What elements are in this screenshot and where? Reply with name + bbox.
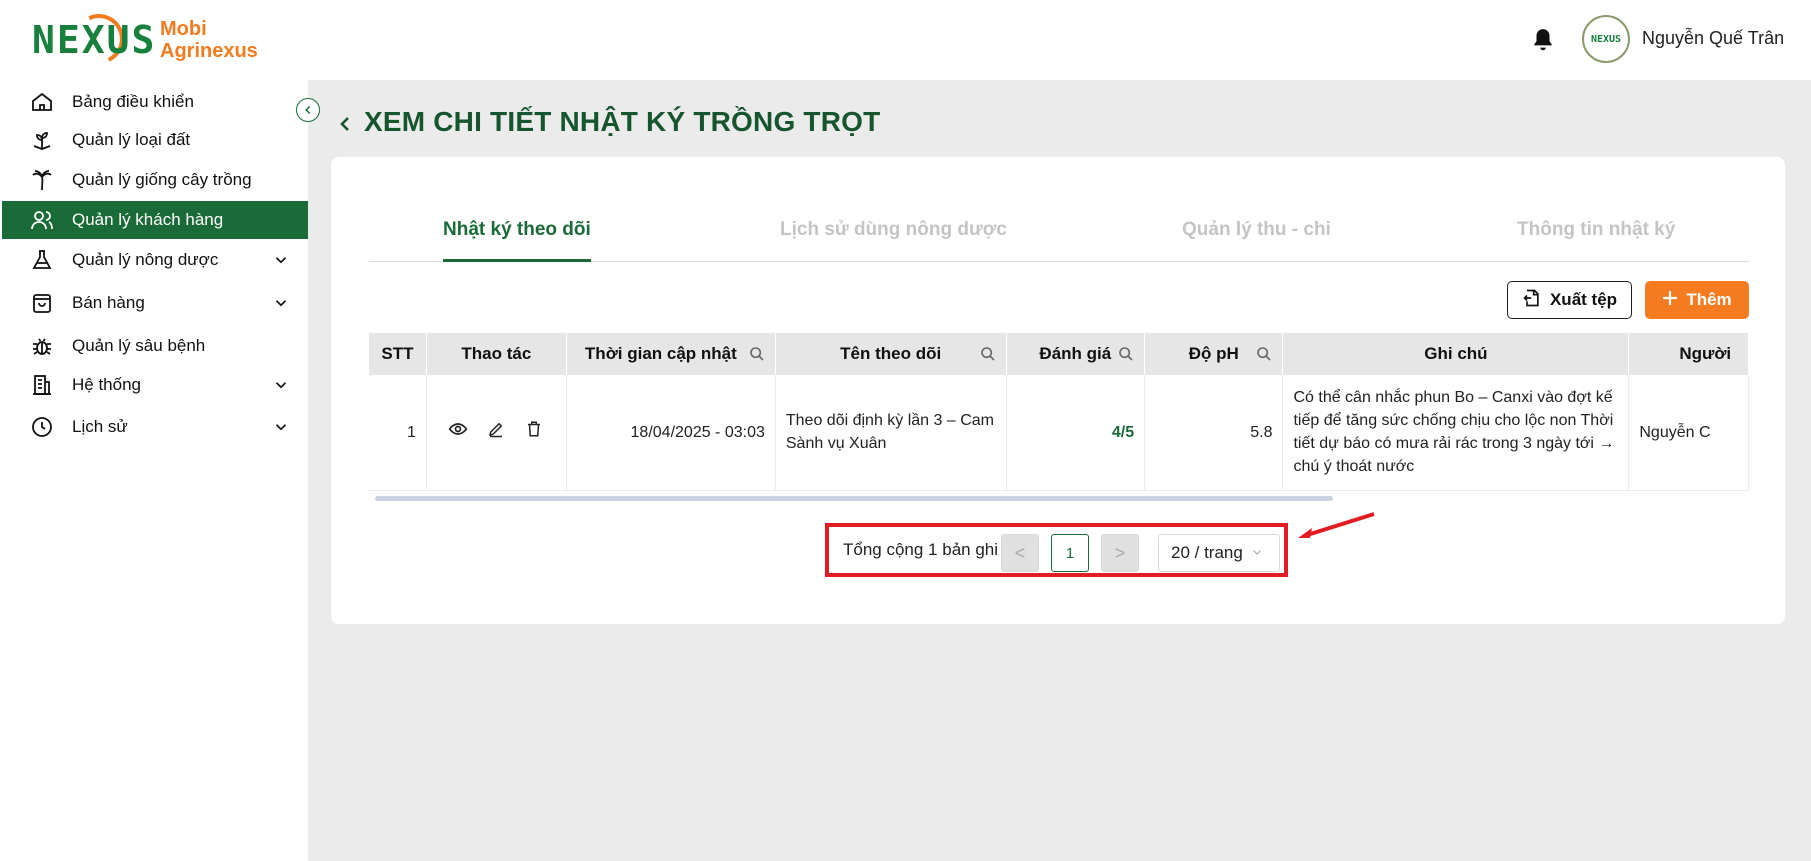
user-name[interactable]: Nguyễn Quế Trân bbox=[1642, 28, 1784, 49]
sidebar-item-label: Lịch sử bbox=[72, 417, 128, 436]
add-button[interactable]: Thêm bbox=[1645, 281, 1749, 319]
pagination: Tổng cộng 1 bản ghi < 1 > 20 / trang bbox=[825, 523, 1288, 577]
total-records: Tổng cộng 1 bản ghi bbox=[843, 540, 999, 559]
eye-icon[interactable] bbox=[447, 418, 469, 440]
tab-tracking-log[interactable]: Nhật ký theo dõi bbox=[443, 210, 591, 262]
cell-person: Nguyễn C bbox=[1628, 375, 1749, 491]
horizontal-scrollbar[interactable] bbox=[369, 494, 1731, 502]
cell-updated: 18/04/2025 - 03:03 bbox=[566, 375, 776, 491]
sidebar-item-crop-varieties[interactable]: Quản lý giống cây trồng bbox=[2, 161, 308, 199]
logo-mark: NEXUS bbox=[32, 6, 154, 72]
sidebar-item-history[interactable]: Lịch sử bbox=[2, 408, 308, 446]
chevron-down-icon bbox=[272, 294, 290, 312]
cell-stt: 1 bbox=[369, 375, 427, 491]
column-header-person: Người bbox=[1628, 333, 1749, 375]
back-icon[interactable] bbox=[336, 112, 354, 136]
tab-pesticide-history[interactable]: Lịch sử dùng nông dược bbox=[780, 210, 1007, 262]
annotation-arrow bbox=[1296, 510, 1376, 540]
palm-tree-icon bbox=[28, 166, 56, 194]
sidebar-item-pests[interactable]: Quản lý sâu bệnh bbox=[2, 327, 308, 365]
tab-log-info[interactable]: Thông tin nhật ký bbox=[1517, 210, 1675, 262]
cell-name: Theo dõi định kỳ lần 3 – Cam Sành vụ Xuâ… bbox=[775, 375, 1007, 491]
search-icon[interactable] bbox=[1118, 346, 1134, 362]
brand-logo[interactable]: NEXUS Mobi Agrinexus bbox=[32, 6, 258, 72]
tab-bar: Nhật ký theo dõi Lịch sử dùng nông dược … bbox=[369, 210, 1749, 262]
trash-icon[interactable] bbox=[523, 418, 545, 440]
sidebar-item-label: Quản lý giống cây trồng bbox=[72, 170, 252, 189]
brand-line2: Agrinexus bbox=[160, 40, 258, 62]
tab-income-expense[interactable]: Quản lý thu - chi bbox=[1182, 210, 1331, 262]
bug-icon bbox=[28, 332, 56, 360]
brand-line1: Mobi bbox=[160, 18, 207, 40]
search-icon[interactable] bbox=[1256, 346, 1272, 362]
sidebar-item-sales[interactable]: Bán hàng bbox=[2, 284, 308, 322]
soil-sprout-icon bbox=[28, 126, 56, 154]
chevron-down-icon bbox=[272, 376, 290, 394]
page-title: XEM CHI TIẾT NHẬT KÝ TRỒNG TRỌT bbox=[364, 106, 881, 137]
chevron-down-icon bbox=[1251, 543, 1263, 563]
sidebar-item-system[interactable]: Hệ thống bbox=[2, 366, 308, 404]
column-header-note: Ghi chú bbox=[1282, 333, 1630, 375]
chevron-down-icon bbox=[272, 418, 290, 436]
column-header-name: Tên theo dõi bbox=[775, 333, 1007, 375]
column-header-rating: Đánh giá bbox=[1006, 333, 1146, 375]
export-file-icon bbox=[1522, 288, 1542, 313]
home-icon bbox=[28, 88, 56, 116]
export-button[interactable]: Xuất tệp bbox=[1507, 281, 1632, 319]
plus-icon bbox=[1662, 290, 1678, 311]
avatar[interactable]: NEXUS bbox=[1582, 15, 1630, 63]
sidebar-item-pesticides[interactable]: Quản lý nông dược bbox=[2, 241, 308, 279]
sidebar-item-label: Quản lý loại đất bbox=[72, 130, 191, 149]
sidebar-item-customers[interactable]: Quản lý khách hàng bbox=[2, 201, 308, 239]
page-size-select[interactable]: 20 / trang bbox=[1158, 534, 1280, 572]
bell-icon[interactable] bbox=[1530, 27, 1556, 53]
search-icon[interactable] bbox=[749, 346, 765, 362]
users-icon bbox=[28, 206, 56, 234]
logo-text: NEXUS bbox=[32, 18, 157, 62]
scrollbar-thumb[interactable] bbox=[375, 496, 1333, 501]
sidebar-item-dashboard[interactable]: Bảng điều khiển bbox=[2, 83, 308, 121]
cell-rating: 4/5 bbox=[1006, 375, 1146, 491]
page-number-current[interactable]: 1 bbox=[1051, 534, 1089, 572]
prev-page-button[interactable]: < bbox=[1001, 534, 1039, 572]
column-header-actions: Thao tác bbox=[426, 333, 567, 375]
column-header-updated: Thời gian cập nhật bbox=[566, 333, 776, 375]
sidebar-item-label: Hệ thống bbox=[72, 375, 141, 394]
edit-icon[interactable] bbox=[485, 418, 507, 440]
cell-actions bbox=[426, 375, 567, 491]
sidebar-item-label: Quản lý nông dược bbox=[72, 250, 219, 269]
table-row: 1 18/04/2025 - 03:03 Theo dõi định kỳ lầ… bbox=[369, 375, 1749, 491]
tracking-table: STT Thao tác Thời gian cập nhật Tên theo… bbox=[369, 333, 1749, 508]
sidebar-item-label: Quản lý khách hàng bbox=[72, 210, 224, 229]
sidebar-item-label: Bán hàng bbox=[72, 293, 145, 312]
search-icon[interactable] bbox=[980, 346, 996, 362]
sidebar-item-label: Bảng điều khiển bbox=[72, 92, 194, 111]
brand-name: Mobi Agrinexus bbox=[160, 18, 258, 62]
shopping-bag-icon bbox=[28, 289, 56, 317]
next-page-button[interactable]: > bbox=[1101, 534, 1139, 572]
flask-icon bbox=[28, 246, 56, 274]
cell-note: Có thể cân nhắc phun Bo – Canxi vào đợt … bbox=[1282, 375, 1630, 491]
clock-icon bbox=[28, 413, 56, 441]
cell-ph: 5.8 bbox=[1144, 375, 1284, 491]
column-header-ph: Độ pH bbox=[1144, 333, 1284, 375]
sidebar-item-soil[interactable]: Quản lý loại đất bbox=[2, 121, 308, 159]
sidebar-item-label: Quản lý sâu bệnh bbox=[72, 336, 206, 355]
column-header-stt: STT bbox=[369, 333, 427, 375]
building-icon bbox=[28, 371, 56, 399]
collapse-sidebar-button[interactable] bbox=[296, 98, 320, 122]
chevron-left-icon: < bbox=[1014, 542, 1026, 563]
chevron-right-icon: > bbox=[1114, 542, 1126, 563]
top-header: NEXUS Mobi Agrinexus NEXUS Nguyễn Quế Tr… bbox=[0, 0, 1811, 80]
table-header-row: STT Thao tác Thời gian cập nhật Tên theo… bbox=[369, 333, 1749, 375]
chevron-down-icon bbox=[272, 251, 290, 269]
